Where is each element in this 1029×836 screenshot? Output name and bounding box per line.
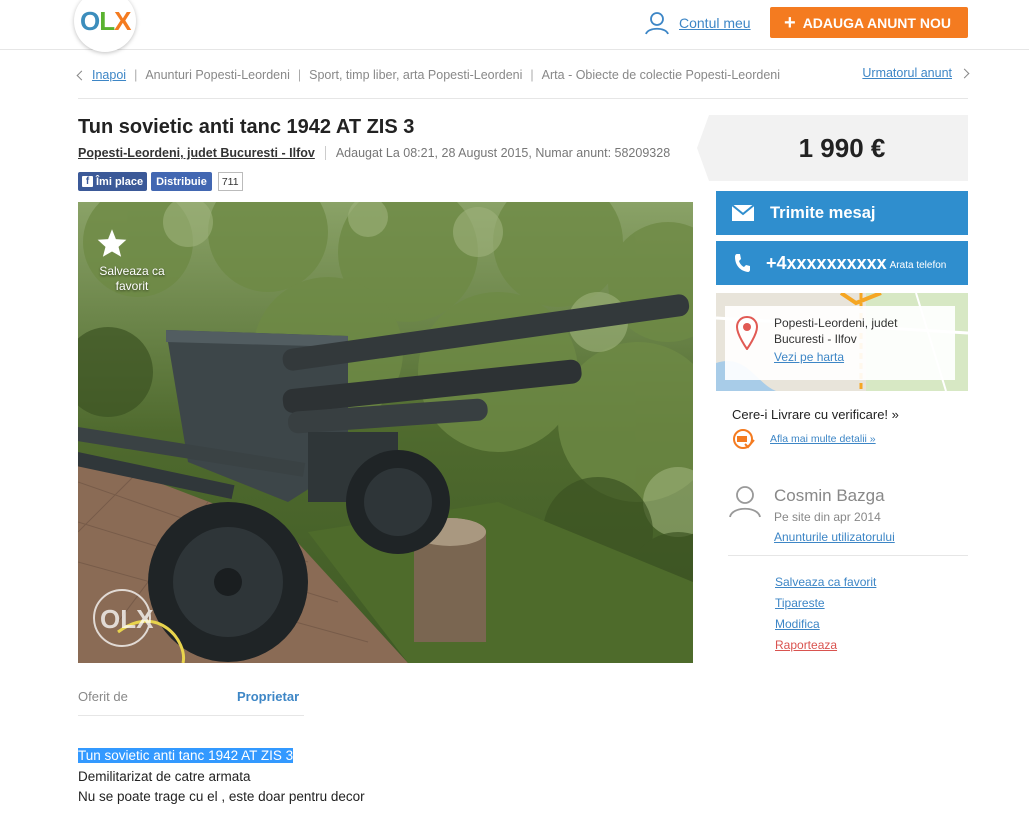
star-icon — [97, 229, 127, 257]
plus-icon: + — [784, 11, 796, 34]
post-ad-label: ADAUGA ANUNT NOU — [802, 14, 951, 31]
social-buttons: f Îmi place Distribuie 711 — [78, 172, 243, 191]
seller-box: Cosmin Bazga Pe site din apr 2014 Anuntu… — [728, 484, 968, 556]
envelope-icon — [732, 205, 754, 221]
action-print[interactable]: Tipareste — [775, 593, 876, 614]
next-ad-link[interactable]: Urmatorul anunt — [862, 66, 970, 80]
delivery-check-icon — [733, 429, 755, 449]
send-message-label: Trimite mesaj — [770, 203, 876, 222]
cannon-photo-illustration — [78, 202, 693, 663]
account-label: Contul meu — [679, 15, 751, 31]
action-save-favorite[interactable]: Salveaza ca favorit — [775, 572, 876, 593]
map-location-line: Bucuresti - Ilfov — [774, 331, 857, 346]
offered-by-value[interactable]: Proprietar — [237, 689, 299, 704]
phone-icon — [735, 254, 750, 272]
price-box: 1 990 € — [697, 115, 968, 181]
description-line: Tun sovietic anti tanc 1942 AT ZIS 3 — [78, 748, 294, 763]
share-label: Distribuie — [156, 175, 207, 188]
seller-name: Cosmin Bazga — [774, 486, 885, 505]
ad-title: Tun sovietic anti tanc 1942 AT ZIS 3 — [78, 116, 415, 138]
map-pin-icon — [736, 316, 758, 350]
delivery-promo-row: Afla mai multe detalii » — [732, 428, 876, 450]
site-header: OLX Contul meu + ADAUGA ANUNT NOU — [0, 0, 1029, 52]
facebook-like-button[interactable]: f Îmi place — [78, 172, 148, 191]
breadcrumb-item[interactable]: Anunturi Popesti-Leordeni — [145, 68, 290, 82]
user-icon — [645, 12, 669, 35]
action-report[interactable]: Raporteaza — [775, 635, 876, 656]
price: 1 990 € — [798, 133, 886, 163]
meta-divider — [324, 146, 326, 160]
send-message-button[interactable]: Trimite mesaj — [716, 191, 968, 235]
facebook-share-button[interactable]: Distribuie — [151, 172, 212, 191]
share-count: 711 — [217, 172, 243, 191]
breadcrumb-separator: | — [530, 68, 534, 82]
breadcrumb-separator: | — [297, 68, 302, 82]
description-line: Nu se poate trage cu el , este doar pent… — [78, 789, 365, 804]
ad-meta: Popesti-Leordeni, judet Bucuresti - Ilfo… — [78, 146, 670, 160]
avatar-icon — [729, 486, 761, 518]
divider — [78, 98, 968, 99]
svg-text:OLX: OLX — [100, 604, 154, 634]
description-line: Demilitarizat de catre armata — [78, 768, 251, 784]
map-location-text: Popesti-Leordeni, judet Bucuresti - Ilfo… — [774, 316, 897, 347]
chevron-right-icon — [959, 68, 970, 78]
breadcrumb-item[interactable]: Sport, timp liber, arta Popesti-Leordeni — [309, 68, 522, 82]
back-link[interactable]: Inapoi — [92, 68, 126, 82]
breadcrumb: Inapoi | Anunturi Popesti-Leordeni | Spo… — [76, 66, 970, 84]
facebook-icon: f — [82, 176, 93, 187]
ad-added-info: Adaugat La 08:21, 28 August 2015, Numar … — [335, 146, 671, 160]
delivery-details-link[interactable]: Afla mai multe detalii » — [770, 433, 876, 445]
save-favorite-label: Salveaza ca favorit — [99, 264, 165, 293]
action-edit[interactable]: Modifica — [775, 614, 876, 635]
ad-actions: Salveaza ca favorit Tipareste Modifica R… — [775, 572, 876, 656]
save-favorite-button[interactable]: Salveaza ca favorit — [96, 228, 168, 294]
ad-photo[interactable]: Salveaza ca favorit OLX — [78, 202, 693, 663]
next-ad-label: Urmatorul anunt — [862, 66, 952, 80]
location-link[interactable]: Popesti-Leordeni, judet Bucuresti - Ilfo… — [78, 146, 315, 160]
show-phone-label: Arata telefon — [889, 259, 947, 271]
view-map-link[interactable]: Vezi pe harta — [774, 350, 844, 364]
map-location-card: Popesti-Leordeni, judet Bucuresti - Ilfo… — [725, 306, 955, 380]
account-link[interactable]: Contul meu — [645, 10, 751, 36]
show-phone-button[interactable]: +4xxxxxxxxxx Arata telefon — [716, 241, 968, 285]
chevron-left-icon — [76, 70, 87, 80]
delivery-promo-title[interactable]: Cere-i Livrare cu verificare! » — [732, 407, 899, 422]
olx-watermark-icon: OLX — [93, 589, 154, 647]
olx-logo[interactable]: OLX — [74, 0, 136, 52]
breadcrumb-item[interactable]: Arta - Obiecte de colectie Popesti-Leord… — [542, 68, 780, 82]
breadcrumb-separator: | — [134, 68, 138, 82]
offered-by-row: Oferit de Proprietar — [78, 688, 304, 716]
seller-ads-link[interactable]: Anunturile utilizatorului — [774, 530, 895, 544]
phone-number: +4xxxxxxxxxx — [766, 252, 887, 273]
offered-by-label: Oferit de — [78, 689, 128, 704]
map-location-line: Popesti-Leordeni, judet — [774, 316, 898, 330]
location-map[interactable]: Popesti-Leordeni, judet Bucuresti - Ilfo… — [716, 293, 968, 391]
ad-description: Tun sovietic anti tanc 1942 AT ZIS 3 Dem… — [78, 746, 365, 808]
seller-since: Pe site din apr 2014 — [774, 510, 881, 524]
like-label: Îmi place — [96, 175, 144, 188]
post-ad-button[interactable]: + ADAUGA ANUNT NOU — [770, 7, 968, 38]
